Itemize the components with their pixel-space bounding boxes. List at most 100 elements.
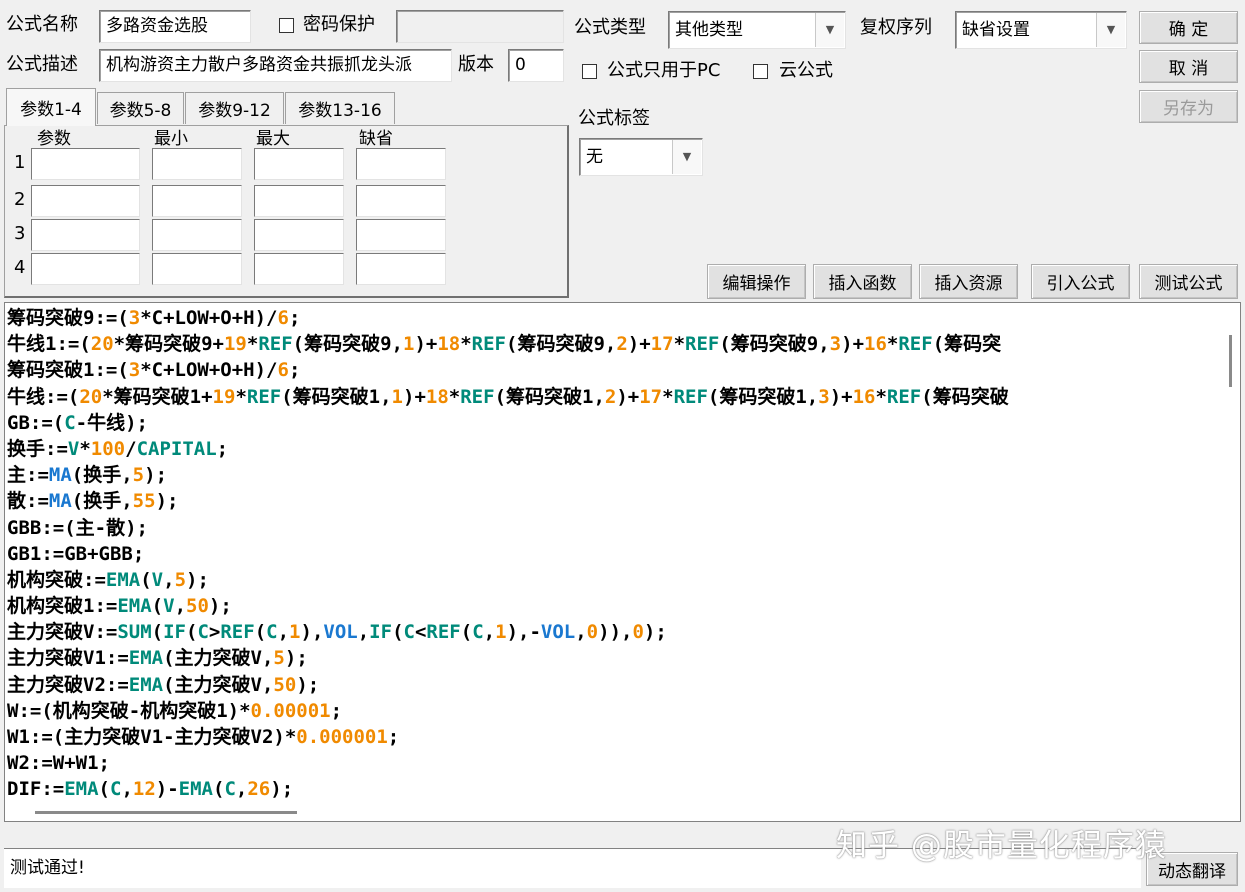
param-3-min[interactable] xyxy=(152,219,242,251)
code-token: REF xyxy=(685,333,720,356)
param-2-max[interactable] xyxy=(254,185,344,217)
tab-params-9-12[interactable]: 参数9-12 xyxy=(185,92,284,124)
code-line[interactable]: 机构突破1:=EMA(V,50); xyxy=(7,593,1219,619)
save-as-button[interactable]: 另存为 xyxy=(1139,90,1238,123)
chevron-down-icon[interactable]: ▼ xyxy=(815,13,844,47)
chevron-down-icon[interactable]: ▼ xyxy=(1096,13,1125,47)
code-line[interactable]: 牛线1:=(20*筹码突破9+19*REF(筹码突破9,1)+18*REF(筹码… xyxy=(7,331,1219,357)
code-line[interactable]: 主力突破V1:=EMA(主力突破V,5); xyxy=(7,645,1219,671)
param-3-max[interactable] xyxy=(254,219,344,251)
horizontal-scrollbar[interactable] xyxy=(5,805,1221,821)
code-token: C xyxy=(224,778,236,801)
code-token: 6 xyxy=(277,359,289,382)
fq-series-label: 复权序列 xyxy=(860,17,932,38)
password-checkbox[interactable] xyxy=(279,18,294,33)
tab-params-5-8[interactable]: 参数5-8 xyxy=(97,92,184,124)
param-2-default[interactable] xyxy=(356,185,446,217)
code-token: REF xyxy=(246,385,282,408)
code-line[interactable]: 筹码突破9:=(3*C+LOW+O+H)/6; xyxy=(7,305,1219,331)
param-2-min[interactable] xyxy=(152,185,242,217)
code-line[interactable]: DIF:=EMA(C,12)-EMA(C,26); xyxy=(7,776,1219,802)
formula-name-label: 公式名称 xyxy=(6,14,78,35)
code-token: * xyxy=(246,333,259,356)
code-text[interactable]: 筹码突破9:=(3*C+LOW+O+H)/6; 牛线1:=(20*筹码突破9+19… xyxy=(7,305,1219,821)
code-token: W:=(机构突破-机构突破1)* xyxy=(7,699,251,722)
code-token: ( xyxy=(151,595,164,618)
code-token: 牛线:=( xyxy=(7,385,80,408)
code-editor[interactable]: 筹码突破9:=(3*C+LOW+O+H)/6; 牛线1:=(20*筹码突破9+19… xyxy=(4,302,1241,822)
version-input[interactable]: 0 xyxy=(508,49,564,82)
param-2-name[interactable] xyxy=(31,185,140,217)
code-line[interactable]: 牛线:=(20*筹码突破1+19*REF(筹码突破1,1)+18*REF(筹码突… xyxy=(7,384,1219,410)
code-line[interactable]: W2:=W+W1; xyxy=(7,750,1219,776)
code-token: * xyxy=(448,385,461,408)
formula-type-select[interactable]: 其他类型 ▼ xyxy=(668,11,846,49)
tab-params-13-16[interactable]: 参数13-16 xyxy=(285,92,395,124)
formula-desc-input[interactable]: 机构游资主力散户多路资金共振抓龙头派 xyxy=(99,49,452,82)
code-line[interactable]: GB:=(C-牛线); xyxy=(7,410,1219,436)
scrollbar-thumb[interactable] xyxy=(1229,335,1232,387)
edit-ops-button[interactable]: 编辑操作 xyxy=(707,264,806,299)
code-token: 17 xyxy=(650,333,674,356)
cloud-formula-checkbox[interactable] xyxy=(753,64,768,79)
code-token: (筹码突破9, xyxy=(506,333,617,356)
code-line[interactable]: GB1:=GB+GBB; xyxy=(7,541,1219,567)
insert-function-button[interactable]: 插入函数 xyxy=(813,264,912,299)
param-4-min[interactable] xyxy=(152,253,242,285)
code-token: DIF:= xyxy=(7,778,65,801)
param-4-max[interactable] xyxy=(254,253,344,285)
fq-series-select[interactable]: 缺省设置 ▼ xyxy=(955,11,1127,49)
code-line[interactable]: GBB:=(主-散); xyxy=(7,515,1219,541)
code-token: * xyxy=(79,437,91,460)
param-4-default[interactable] xyxy=(356,253,446,285)
param-1-default[interactable] xyxy=(356,148,446,180)
code-token: , xyxy=(235,778,248,801)
code-token: *C+LOW+O+H)/ xyxy=(140,359,278,382)
code-token: )+ xyxy=(841,333,865,356)
formula-type-label: 公式类型 xyxy=(574,17,646,38)
formula-tag-value: 无 xyxy=(586,147,603,167)
code-line[interactable]: 筹码突破1:=(3*C+LOW+O+H)/6; xyxy=(7,357,1219,383)
param-4-name[interactable] xyxy=(31,253,140,285)
test-formula-button[interactable]: 测试公式 xyxy=(1139,264,1238,299)
scrollbar-thumb[interactable] xyxy=(35,811,297,814)
code-line[interactable]: W1:=(主力突破V1-主力突破V2)*0.000001; xyxy=(7,724,1219,750)
code-token: , xyxy=(163,568,175,591)
code-line[interactable]: 主力突破V2:=EMA(主力突破V,50); xyxy=(7,672,1219,698)
code-token: 20 xyxy=(90,333,114,356)
formula-name-input[interactable]: 多路资金选股 xyxy=(99,10,251,43)
ok-button[interactable]: 确 定 xyxy=(1139,11,1238,44)
version-label: 版本 xyxy=(458,54,494,75)
code-token: )- xyxy=(155,778,179,801)
code-token: 0.000001 xyxy=(296,726,388,748)
code-line[interactable]: 散:=MA(换手,55); xyxy=(7,488,1219,514)
param-1-name[interactable] xyxy=(31,148,140,180)
password-label: 密码保护 xyxy=(303,14,375,35)
code-line[interactable]: 主:=MA(换手,5); xyxy=(7,462,1219,488)
code-token: ( xyxy=(140,568,152,591)
pc-only-checkbox[interactable] xyxy=(582,64,597,79)
formula-tag-select[interactable]: 无 ▼ xyxy=(579,138,703,176)
code-token: EMA xyxy=(64,778,99,801)
insert-resource-button[interactable]: 插入资源 xyxy=(919,264,1018,299)
code-line[interactable]: 换手:=V*100/CAPITAL; xyxy=(7,436,1219,462)
code-line[interactable]: W:=(机构突破-机构突破1)*0.00001; xyxy=(7,698,1219,724)
code-token: )+ xyxy=(627,333,651,356)
import-formula-button[interactable]: 引入公式 xyxy=(1031,264,1130,299)
param-3-default[interactable] xyxy=(356,219,446,251)
code-token: 主力突破V1:= xyxy=(7,647,129,670)
code-line[interactable]: 机构突破:=EMA(V,5); xyxy=(7,567,1219,593)
param-3-name[interactable] xyxy=(31,219,140,251)
vertical-scrollbar[interactable] xyxy=(1220,303,1240,821)
cancel-button[interactable]: 取 消 xyxy=(1139,50,1238,83)
code-token: 0 xyxy=(632,621,644,644)
code-line[interactable]: 主力突破V:=SUM(IF(C>REF(C,1),VOL,IF(C<REF(C,… xyxy=(7,619,1219,645)
code-token: ( xyxy=(98,778,110,801)
chevron-down-icon[interactable]: ▼ xyxy=(672,140,701,174)
param-1-min[interactable] xyxy=(152,148,242,180)
code-token: , xyxy=(121,778,133,801)
code-token: 19 xyxy=(212,385,236,408)
tab-params-1-4[interactable]: 参数1-4 xyxy=(6,88,96,126)
code-token: 5 xyxy=(174,568,187,591)
param-1-max[interactable] xyxy=(254,148,344,180)
